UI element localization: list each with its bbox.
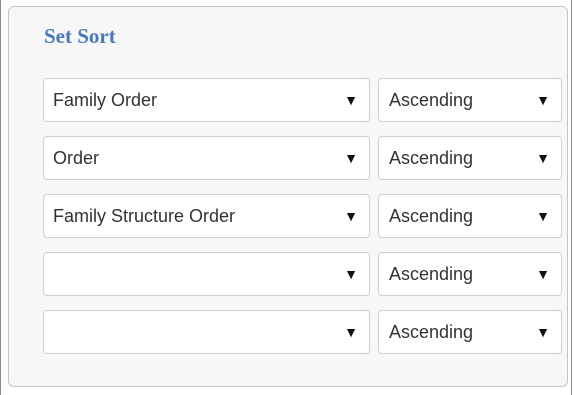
sort-field-value: Family Order: [53, 90, 158, 110]
sort-direction-value: Ascending: [389, 206, 474, 226]
sort-direction-select-3[interactable]: Ascending ▼: [378, 194, 562, 238]
dropdown-arrow-icon: ▼: [344, 324, 358, 340]
window-frame: Set Sort Family Order ▼ Ascending ▼ Orde…: [0, 0, 572, 395]
sort-field-select-4[interactable]: ▼: [43, 252, 370, 296]
sort-row-3: Family Structure Order ▼ Ascending ▼: [43, 194, 563, 238]
sort-row-1: Family Order ▼ Ascending ▼: [43, 78, 563, 122]
sort-direction-select-5[interactable]: Ascending ▼: [378, 310, 562, 354]
sort-field-select-3[interactable]: Family Structure Order ▼: [43, 194, 370, 238]
dropdown-arrow-icon: ▼: [536, 324, 550, 340]
sort-direction-value: Ascending: [389, 264, 474, 284]
sort-direction-value: Ascending: [389, 322, 474, 342]
panel-title: Set Sort: [44, 24, 116, 48]
dropdown-arrow-icon: ▼: [344, 92, 358, 108]
dropdown-arrow-icon: ▼: [536, 266, 550, 282]
sort-field-value: Family Structure Order: [53, 206, 236, 226]
dropdown-arrow-icon: ▼: [536, 92, 550, 108]
dropdown-arrow-icon: ▼: [344, 150, 358, 166]
sort-field-select-1[interactable]: Family Order ▼: [43, 78, 370, 122]
sort-row-5: ▼ Ascending ▼: [43, 310, 563, 354]
sort-direction-select-2[interactable]: Ascending ▼: [378, 136, 562, 180]
sort-direction-value: Ascending: [389, 90, 474, 110]
dropdown-arrow-icon: ▼: [344, 208, 358, 224]
sort-field-select-5[interactable]: ▼: [43, 310, 370, 354]
sort-direction-value: Ascending: [389, 148, 474, 168]
dropdown-arrow-icon: ▼: [344, 266, 358, 282]
sort-row-2: Order ▼ Ascending ▼: [43, 136, 563, 180]
sort-direction-select-1[interactable]: Ascending ▼: [378, 78, 562, 122]
set-sort-panel: Set Sort Family Order ▼ Ascending ▼ Orde…: [8, 6, 568, 387]
sort-field-select-2[interactable]: Order ▼: [43, 136, 370, 180]
dropdown-arrow-icon: ▼: [536, 208, 550, 224]
dropdown-arrow-icon: ▼: [536, 150, 550, 166]
sort-direction-select-4[interactable]: Ascending ▼: [378, 252, 562, 296]
sort-field-value: Order: [53, 148, 100, 168]
sort-row-4: ▼ Ascending ▼: [43, 252, 563, 296]
